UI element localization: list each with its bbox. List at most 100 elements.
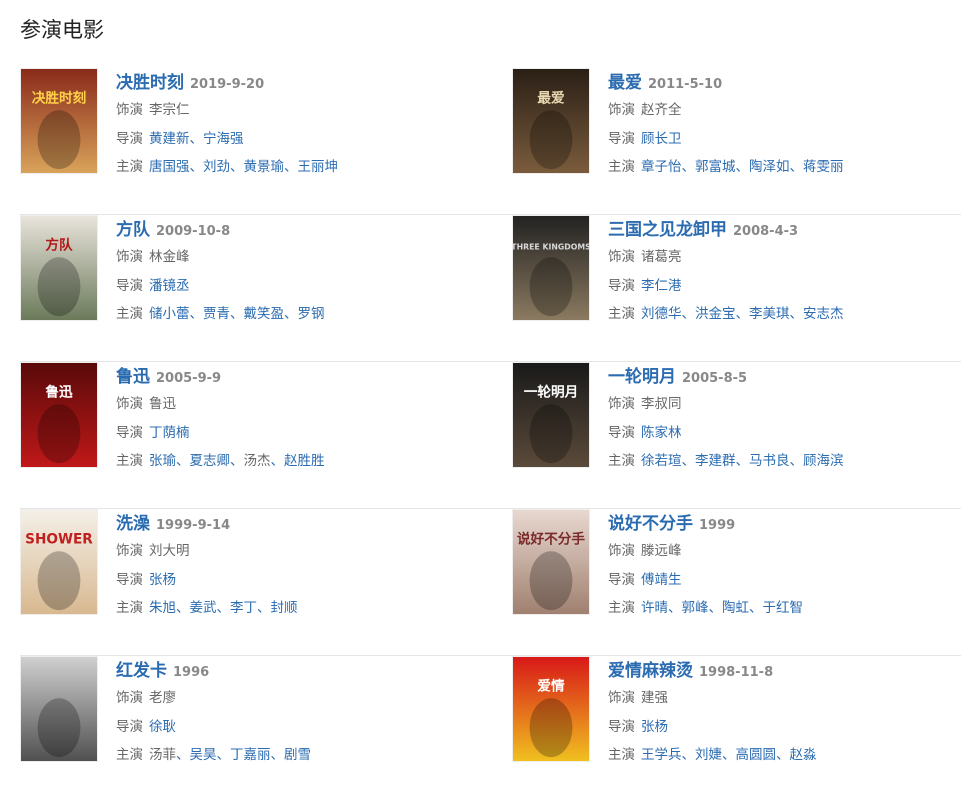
director-label: 导演	[116, 424, 143, 441]
director-link[interactable]: 张杨	[149, 572, 176, 588]
cast-link[interactable]: 洪金宝	[695, 306, 736, 322]
movie-poster[interactable]: 说好不分手	[512, 509, 590, 615]
cast-label: 主演	[608, 306, 635, 322]
movie-title-link[interactable]: 最爱	[608, 73, 642, 93]
movie-poster[interactable]: 决胜时刻	[20, 68, 98, 174]
role-label: 饰演	[608, 690, 635, 706]
cast-link[interactable]: 封顺	[271, 600, 298, 616]
cast-link[interactable]: 陶泽如	[749, 159, 790, 175]
cast-row: 主演 朱旭、姜武、李丁、封顺	[116, 594, 512, 623]
poster-title-text: 最爱	[537, 90, 565, 106]
movie-poster[interactable]: 最爱	[512, 68, 590, 174]
cast-link[interactable]: 黄景瑜	[244, 159, 285, 175]
cast-link[interactable]: 吴昊	[190, 747, 217, 763]
director-link[interactable]: 潘镜丞	[149, 278, 190, 294]
cast-link[interactable]: 刘劲	[203, 159, 230, 175]
cast-link[interactable]: 夏志卿	[190, 453, 231, 469]
director-link[interactable]: 宁海强	[203, 131, 244, 147]
cast-link[interactable]: 剧雪	[284, 747, 311, 763]
cast-link[interactable]: 顾海滨	[803, 453, 844, 469]
director-link[interactable]: 顾长卫	[641, 131, 682, 147]
director-link[interactable]: 张杨	[641, 719, 668, 735]
poster-xizao: SHOWER	[21, 510, 97, 614]
director-link[interactable]: 徐耿	[149, 719, 176, 735]
director-link[interactable]: 李仁港	[641, 278, 682, 294]
cast-link[interactable]: 王学兵	[641, 747, 682, 763]
cast-link[interactable]: 姜武	[190, 600, 217, 616]
separator: 、	[216, 747, 231, 763]
cast-link[interactable]: 李丁	[230, 600, 257, 616]
movie-poster[interactable]: 方队	[20, 215, 98, 321]
release-date: 2009-10-8	[156, 224, 231, 239]
role-row: 饰演 诸葛亮	[608, 243, 961, 272]
movie-title-link[interactable]: 说好不分手	[608, 514, 693, 534]
cast-link[interactable]: 赵淼	[790, 747, 817, 763]
director-link[interactable]: 陈家林	[641, 425, 682, 441]
cast-link[interactable]: 高圆圆	[736, 747, 777, 763]
movie-poster[interactable]: 一轮明月	[512, 362, 590, 468]
cast-link[interactable]: 丁嘉丽	[230, 747, 271, 763]
cast-link[interactable]: 徐若瑄	[641, 453, 682, 469]
movie-title-link[interactable]: 一轮明月	[608, 367, 676, 387]
cast-link[interactable]: 郭富城	[695, 159, 736, 175]
separator: 、	[789, 306, 804, 322]
cast-link[interactable]: 郭峰	[682, 600, 709, 616]
movie-poster[interactable]: THREE KINGDOMS	[512, 215, 590, 321]
cast-link[interactable]: 贾青	[203, 306, 230, 322]
poster-zuiai: 最爱	[513, 69, 589, 173]
separator: 、	[284, 306, 298, 322]
cast-link[interactable]: 唐国强	[149, 159, 190, 175]
cast-link[interactable]: 李建群	[695, 453, 736, 469]
title-line: 鲁迅 2005-9-9	[116, 364, 512, 390]
cast-link[interactable]: 陶虹	[722, 600, 749, 616]
movie-info: 三国之见龙卸甲 2008-4-3 饰演 诸葛亮 导演 李仁港 主演 刘德华、洪金宝、李美琪、安…	[608, 217, 961, 329]
movie-title-link[interactable]: 红发卡	[116, 661, 167, 681]
cast-link[interactable]: 蒋雯丽	[803, 159, 844, 175]
cast-label: 主演	[116, 159, 143, 175]
role-row: 饰演 林金峰	[116, 243, 512, 272]
movie-title-link[interactable]: 决胜时刻	[116, 73, 184, 93]
movie-poster[interactable]: SHOWER	[20, 509, 98, 615]
movie-poster[interactable]: 爱情	[512, 656, 590, 762]
cast-link[interactable]: 李美琪	[749, 306, 790, 322]
movie-info: 红发卡 1996 饰演 老廖 导演 徐耿 主演 汤菲、吴昊、丁嘉丽、剧雪	[116, 658, 512, 770]
movie-title-link[interactable]: 爱情麻辣烫	[608, 661, 693, 681]
cast-link[interactable]: 张瑜	[149, 453, 176, 469]
cast-link[interactable]: 安志杰	[803, 306, 844, 322]
director-row: 导演 丁荫楠	[116, 419, 512, 448]
release-date: 1998-11-8	[699, 665, 774, 680]
separator: 、	[735, 159, 750, 175]
separator: 、	[708, 600, 723, 616]
cast-link[interactable]: 戴笑盈	[244, 306, 285, 322]
movie-poster[interactable]	[20, 656, 98, 762]
cast-link[interactable]: 罗钢	[298, 306, 325, 322]
poster-title-text: THREE KINGDOMS	[513, 242, 589, 251]
cast-link[interactable]: 章子怡	[641, 159, 682, 175]
movie-title-link[interactable]: 方队	[116, 220, 150, 240]
director-link[interactable]: 傅靖生	[641, 572, 682, 588]
release-date: 2005-8-5	[682, 371, 748, 386]
separator: 、	[776, 747, 790, 763]
cast-row: 主演 章子怡、郭富城、陶泽如、蒋雯丽	[608, 153, 961, 182]
cast-link[interactable]: 于红智	[763, 600, 804, 616]
release-date: 1996	[173, 665, 210, 680]
director-link[interactable]: 丁荫楠	[149, 425, 190, 441]
movie-title-link[interactable]: 鲁迅	[116, 367, 150, 387]
director-link[interactable]: 黄建新	[149, 131, 190, 147]
cast-link[interactable]: 赵胜胜	[284, 453, 325, 469]
role-label: 饰演	[608, 543, 635, 559]
cast-link[interactable]: 储小蕾	[149, 306, 190, 322]
cast-link[interactable]: 刘德华	[641, 306, 682, 322]
movie-title-link[interactable]: 三国之见龙卸甲	[608, 220, 727, 240]
movie-title-link[interactable]: 洗澡	[116, 514, 150, 534]
cast-link[interactable]: 刘婕	[695, 747, 722, 763]
poster-aiqing: 爱情	[513, 657, 589, 761]
poster-title-text: SHOWER	[25, 531, 93, 547]
cast-link[interactable]: 王丽坤	[298, 159, 339, 175]
movie-poster[interactable]: 鲁迅	[20, 362, 98, 468]
release-date: 2008-4-3	[733, 224, 799, 239]
cast-link[interactable]: 许晴	[641, 600, 668, 616]
role-row: 饰演 老廖	[116, 684, 512, 713]
cast-link[interactable]: 马书良	[749, 453, 790, 469]
cast-link[interactable]: 朱旭	[149, 600, 176, 616]
